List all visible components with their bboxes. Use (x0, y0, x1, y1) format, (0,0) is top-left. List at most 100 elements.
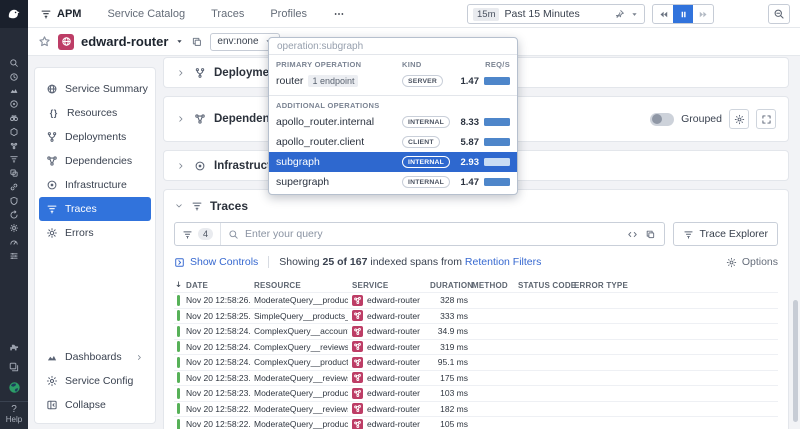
grouped-toggle[interactable] (650, 112, 675, 126)
help-button[interactable]: ? Help (6, 405, 22, 429)
rail-item-service-map[interactable] (0, 180, 28, 194)
more-icon (333, 8, 345, 20)
sidebar-item-dashboards[interactable]: Dashboards (39, 345, 151, 369)
rail-item-synthetics[interactable] (0, 208, 28, 222)
sidebar-item-traces[interactable]: Traces (39, 197, 151, 221)
reqs-value: 8.33 (460, 116, 480, 128)
sidebar-item-deployments[interactable]: Deployments (39, 125, 151, 149)
share-white-icon (353, 342, 362, 351)
rail-item-apm[interactable] (0, 153, 28, 167)
table-row[interactable]: Nov 20 12:58:23.978 ModerateQuery__review… (174, 369, 778, 386)
table-row[interactable]: Nov 20 12:58:26.211 ModerateQuery__produc… (174, 292, 778, 308)
operation-row-router[interactable]: router 1 endpoint SERVER 1.47 (269, 71, 517, 91)
trace-explorer-button[interactable]: Trace Explorer (672, 222, 778, 246)
retention-filters-link[interactable]: Retention Filters (465, 256, 541, 268)
query-input[interactable] (239, 228, 627, 240)
sidebar-item-label: Traces (65, 203, 97, 215)
infrastructure-icon (9, 127, 19, 137)
column-header-service[interactable]: SERVICE (352, 281, 426, 290)
column-header-method[interactable]: METHOD (472, 281, 514, 290)
operation-row-apollo-router-internal[interactable]: apollo_router.internal INTERNAL 8.33 (269, 112, 517, 132)
table-row[interactable]: Nov 20 12:58:25.848 SimpleQuery__products… (174, 307, 778, 324)
topnav-more-button[interactable] (333, 8, 345, 20)
app-rail: ? Help (0, 0, 28, 429)
kind-pill: INTERNAL (402, 176, 450, 188)
service-cell: edward-router (352, 372, 426, 384)
rail-item-search[interactable] (0, 56, 28, 70)
topnav-item-traces[interactable]: Traces (211, 8, 244, 20)
rail-item-errors[interactable] (0, 222, 28, 236)
code-view-icon[interactable] (627, 229, 638, 240)
caret-down-icon[interactable] (630, 10, 639, 19)
zoom-out-button[interactable] (768, 4, 790, 24)
table-row[interactable]: Nov 20 12:58:22.215 ModerateQuery__review… (174, 400, 778, 417)
time-pause-button[interactable] (673, 5, 693, 23)
reqs-value: 2.93 (460, 156, 480, 168)
sidebar-item-infrastructure[interactable]: Infrastructure (39, 173, 151, 197)
sidebar-item-collapse[interactable]: Collapse (39, 393, 151, 417)
table-row[interactable]: Nov 20 12:58:24.104 ComplexQuery__product… (174, 354, 778, 370)
sidebar-item-errors[interactable]: Errors (39, 221, 151, 245)
rail-item-metrics[interactable] (0, 84, 28, 98)
sidebar-item-resources[interactable]: { } Resources (39, 101, 151, 125)
service-icon (352, 325, 363, 337)
rail-item-monitors[interactable] (0, 249, 28, 263)
favorite-star-icon[interactable] (38, 35, 51, 48)
operation-row-subgraph[interactable]: subgraph INTERNAL 2.93 (269, 152, 517, 172)
copy-query-icon[interactable] (645, 229, 656, 240)
rail-item-binoculars[interactable] (0, 111, 28, 125)
globe-white-icon (61, 36, 72, 47)
rail-item-history[interactable] (0, 70, 28, 84)
reqs-bar (484, 77, 510, 85)
filters-button[interactable]: 4 (175, 223, 222, 245)
time-range-picker[interactable]: 15m Past 15 Minutes (467, 4, 645, 24)
sidebar-item-service-config[interactable]: Service Config (39, 369, 151, 393)
rail-item-containers[interactable] (0, 166, 28, 180)
sidebar-item-dependencies[interactable]: Dependencies (39, 149, 151, 173)
table-row[interactable]: Nov 20 12:58:23.803 ModerateQuery__produc… (174, 385, 778, 401)
operation-query-input[interactable]: operation:subgraph (269, 38, 517, 55)
rail-item-processes[interactable] (0, 139, 28, 153)
kind-pill: CLIENT (402, 136, 440, 148)
sidebar-item-service-summary[interactable]: Service Summary (39, 77, 151, 101)
kind-pill: INTERNAL (402, 116, 450, 128)
date-sort-control[interactable] (174, 280, 182, 291)
table-row[interactable]: Nov 20 12:58:24.424 ComplexQuery__reviews… (174, 338, 778, 355)
show-controls-button[interactable]: Show Controls (174, 256, 258, 268)
column-header-date[interactable]: DATE (186, 281, 250, 290)
rail-item-infrastructure[interactable] (0, 125, 28, 139)
datadog-logo[interactable] (0, 0, 28, 28)
table-row[interactable]: Nov 20 12:58:22.033 ModerateQuery__produc… (174, 416, 778, 429)
page-scrollbar[interactable] (793, 300, 798, 422)
help-label: Help (5, 415, 23, 424)
rail-item-watchdog[interactable] (0, 97, 28, 111)
topnav-item-apm[interactable]: APM (40, 8, 81, 20)
topnav-item-profiles[interactable]: Profiles (270, 8, 307, 20)
copy-icon[interactable] (191, 36, 203, 48)
errors-icon (46, 227, 58, 239)
options-button[interactable]: Options (726, 256, 778, 268)
collapse-traces-chevron[interactable] (174, 201, 184, 211)
rail-item-security[interactable] (0, 194, 28, 208)
rail-item-toy[interactable] (0, 337, 28, 357)
column-header-error-type[interactable]: ERROR TYPE (574, 281, 778, 290)
service-caret-icon[interactable] (175, 37, 184, 46)
grouped-label: Grouped (681, 113, 722, 125)
column-header-resource[interactable]: RESOURCE (254, 281, 348, 290)
rail-item-integrations[interactable] (0, 357, 28, 377)
service-icon (58, 33, 74, 50)
operation-row-apollo-router-client[interactable]: apollo_router.client CLIENT 5.87 (269, 132, 517, 152)
security-icon (9, 196, 19, 206)
section-settings-button[interactable] (729, 109, 749, 129)
table-row[interactable]: Nov 20 12:58:24.459 ComplexQuery__account… (174, 323, 778, 339)
operation-row-supergraph[interactable]: supergraph INTERNAL 1.47 (269, 172, 517, 192)
rail-item-avatar[interactable] (0, 377, 28, 397)
rail-item-serverless[interactable] (0, 235, 28, 249)
time-rewind-button[interactable] (653, 5, 673, 23)
time-forward-button[interactable] (693, 5, 713, 23)
pin-icon[interactable] (614, 9, 625, 20)
section-expand-button[interactable] (756, 109, 776, 129)
column-header-duration[interactable]: DURATION (430, 281, 473, 290)
topnav-item-service-catalog[interactable]: Service Catalog (107, 8, 185, 20)
column-header-status-code[interactable]: STATUS CODE (518, 281, 576, 290)
